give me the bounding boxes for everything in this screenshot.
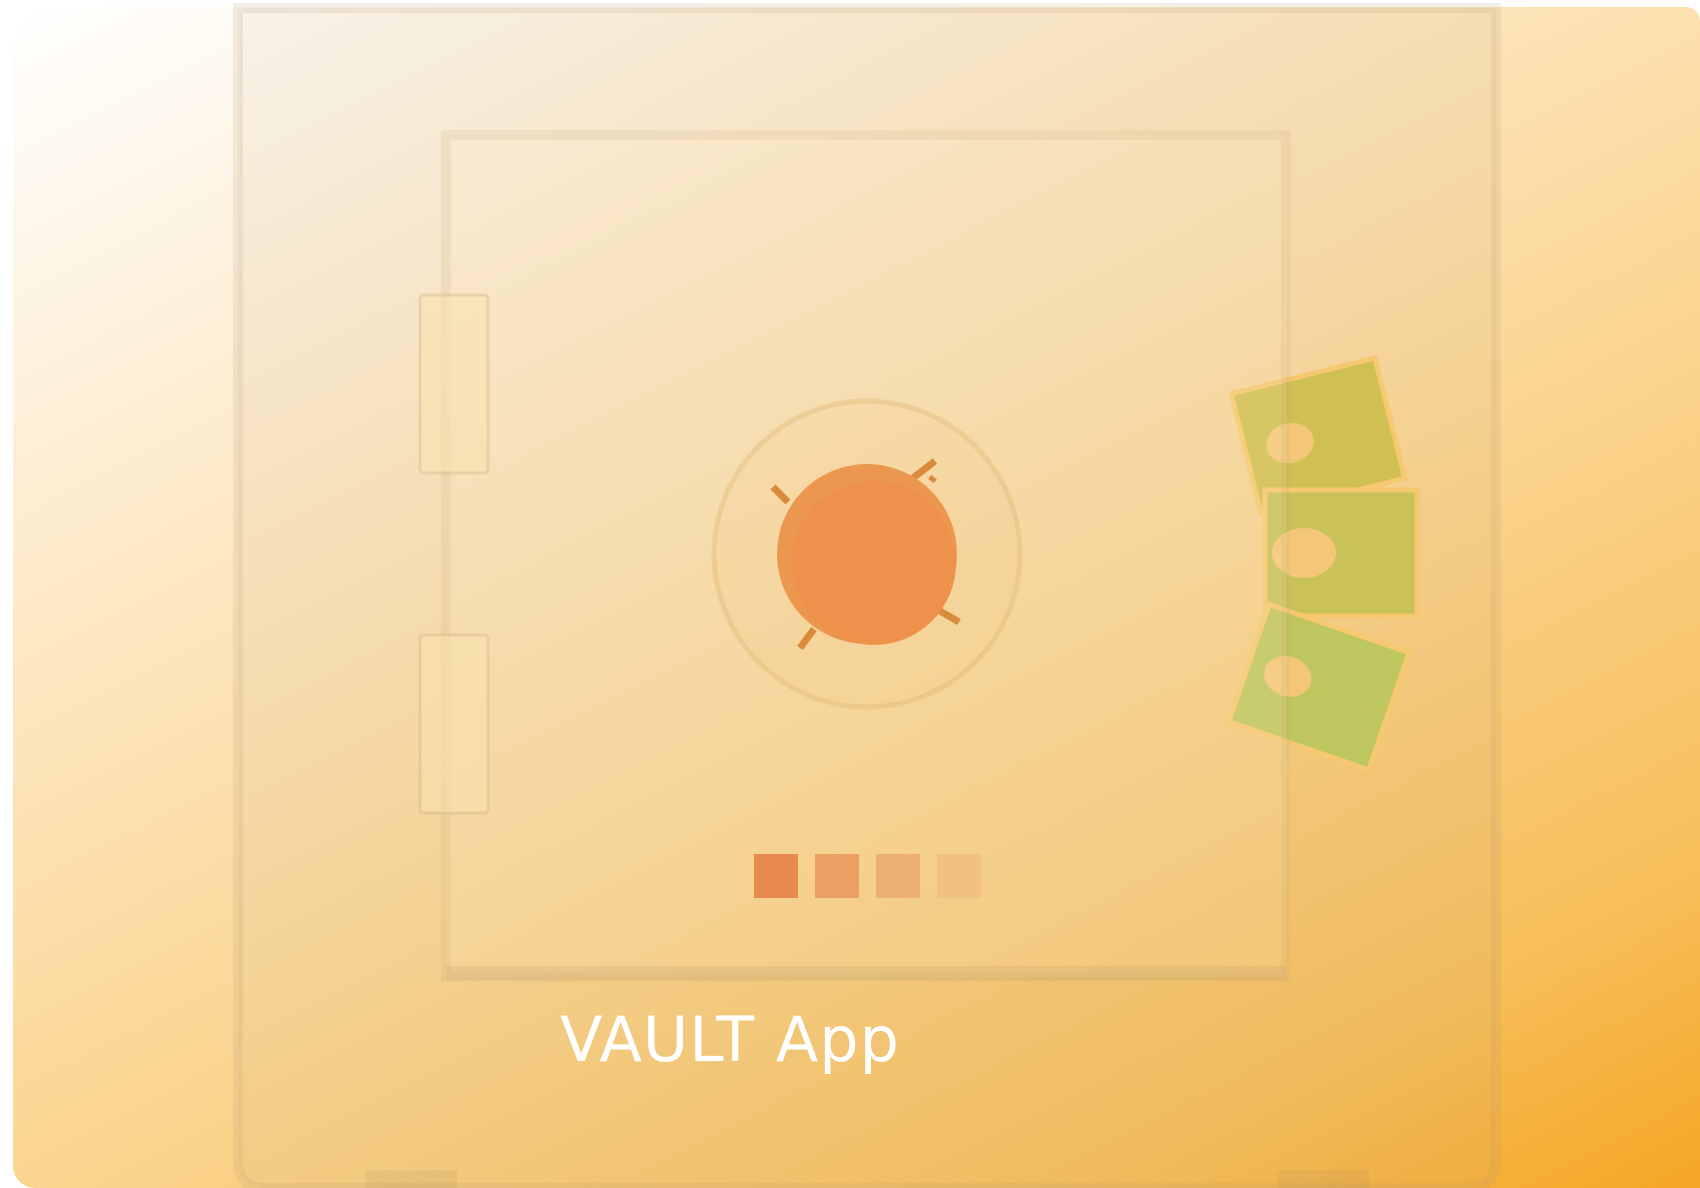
combination-dial-icon xyxy=(711,398,1023,710)
screen: VAULT App xyxy=(0,0,1700,1188)
app-title: VAULT App xyxy=(560,1003,900,1076)
